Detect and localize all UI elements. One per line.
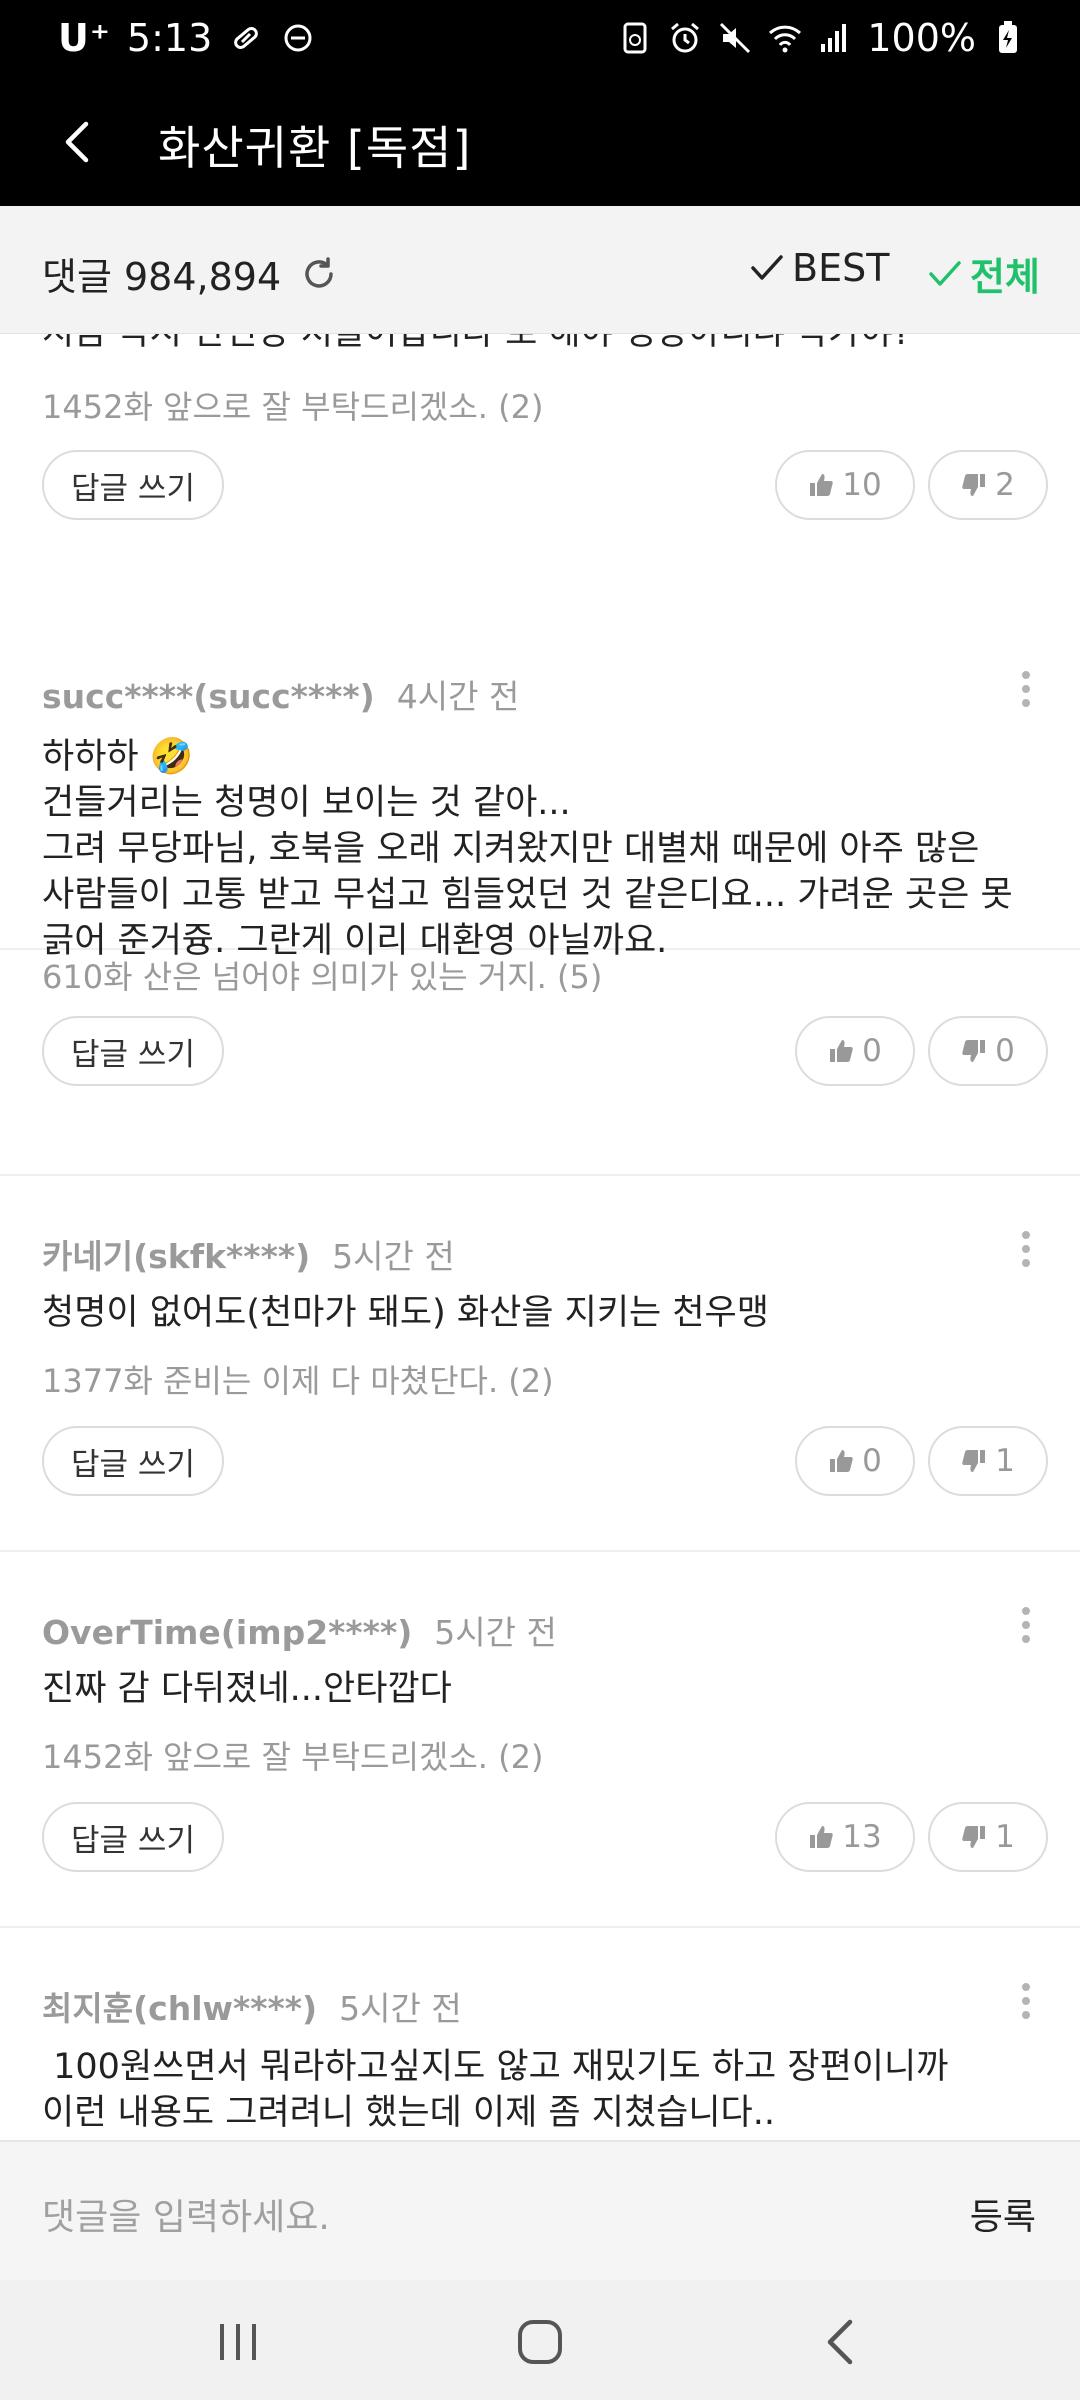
comment-body: 지금 즉시 만인방 처들어갑니다 로 해야 정상아니냐 작가야? bbox=[42, 334, 1042, 356]
comment-episode-ref[interactable]: 1377화 준비는 이제 다 마쳤단다. (2) bbox=[42, 1356, 554, 1402]
comment-body: 하하하 🤣 건들거리는 청명이 보이는 것 같아... 그려 무당파님, 호북을… bbox=[42, 737, 1013, 961]
more-options-icon[interactable] bbox=[1020, 1228, 1032, 1268]
mute-icon bbox=[720, 22, 751, 54]
dislike-button[interactable]: 1 bbox=[928, 1426, 1048, 1496]
comment-episode-ref[interactable]: 610화 산은 넘어야 의미가 있는 거지. (5) bbox=[42, 952, 602, 998]
thumbs-up-icon bbox=[810, 474, 833, 496]
comment-item: 최지훈(chlw****) 5시간 전 100원쓰면서 뭐라하고싶지도 않고 재밌… bbox=[0, 1928, 1080, 2140]
like-button[interactable]: 0 bbox=[795, 1016, 915, 1086]
comment-header: OverTime(imp2****) 5시간 전 bbox=[42, 1606, 557, 1654]
sort-all-label: 전체 bbox=[970, 255, 1040, 299]
dislike-count: 1 bbox=[995, 1443, 1015, 1479]
signal-icon bbox=[821, 24, 847, 52]
comment-item: OverTime(imp2****) 5시간 전 진짜 감 다뒤졌네...안타깝다… bbox=[0, 1552, 1080, 1928]
comment-episode-ref[interactable]: 1452화 앞으로 잘 부탁드리겠소. (2) bbox=[42, 382, 543, 428]
like-count: 13 bbox=[842, 1819, 882, 1855]
alarm-icon bbox=[671, 22, 700, 53]
comment-count-label: 댓글 984,894 bbox=[42, 255, 282, 299]
recent-apps-icon[interactable] bbox=[208, 2314, 268, 2370]
battery-percent: 100% bbox=[867, 16, 976, 60]
like-button[interactable]: 10 bbox=[775, 450, 915, 520]
system-nav-bar bbox=[0, 2280, 1080, 2400]
comment-time: 5시간 전 bbox=[339, 1989, 462, 2028]
status-right: 100% bbox=[617, 16, 1026, 60]
clock: 5:13 bbox=[126, 16, 213, 60]
like-count: 10 bbox=[842, 467, 882, 503]
sort-best-button[interactable]: BEST bbox=[750, 246, 889, 290]
comment-author[interactable]: 카네기(skfk****) bbox=[42, 1237, 310, 1276]
comment-header: succ****(succ****) 4시간 전 bbox=[42, 670, 519, 718]
dislike-count: 0 bbox=[995, 1033, 1015, 1069]
more-options-icon[interactable] bbox=[1020, 668, 1032, 708]
reply-button[interactable]: 답글 쓰기 bbox=[42, 1016, 224, 1086]
thumbs-up-icon bbox=[830, 1040, 853, 1062]
like-count: 0 bbox=[862, 1443, 882, 1479]
reply-button[interactable]: 답글 쓰기 bbox=[42, 1802, 224, 1872]
refresh-icon[interactable] bbox=[299, 254, 339, 294]
comment-item: 카네기(skfk****) 5시간 전 청명이 없어도(천마가 돼도) 화산을 지… bbox=[0, 1176, 1080, 1552]
status-left: U⁺ 5:13 bbox=[58, 16, 316, 60]
comment-time: 5시간 전 bbox=[434, 1613, 557, 1652]
comment-time: 5시간 전 bbox=[332, 1237, 455, 1276]
check-icon bbox=[929, 260, 961, 286]
page-title: 화산귀환 [독점] bbox=[158, 121, 472, 175]
battery-charging-icon bbox=[999, 21, 1017, 53]
dislike-button[interactable]: 0 bbox=[928, 1016, 1048, 1086]
dnd-icon bbox=[284, 24, 312, 52]
back-arrow-icon[interactable] bbox=[48, 112, 108, 172]
comment-input[interactable]: 댓글을 입력하세요. bbox=[42, 2188, 330, 2240]
battery-saver-icon bbox=[623, 22, 647, 54]
dislike-button[interactable]: 2 bbox=[928, 450, 1048, 520]
comment-body: 100원쓰면서 뭐라하고싶지도 않고 재밌기도 하고 장편이니까 이런 내용도 … bbox=[42, 2047, 949, 2133]
like-button[interactable]: 0 bbox=[795, 1426, 915, 1496]
more-options-icon[interactable] bbox=[1020, 1980, 1032, 2020]
comment-time: 4시간 전 bbox=[396, 677, 520, 716]
comment-body: 청명이 없어도(천마가 돼도) 화산을 지키는 천우맹 bbox=[42, 1293, 769, 1333]
thumbs-up-icon bbox=[810, 1826, 833, 1848]
comment-header: 카네기(skfk****) 5시간 전 bbox=[42, 1230, 455, 1278]
comment-author[interactable]: 최지훈(chlw****) bbox=[42, 1989, 317, 2028]
like-count: 0 bbox=[862, 1033, 882, 1069]
comment-input-bar: 댓글을 입력하세요. 등록 bbox=[0, 2140, 1080, 2280]
reply-button[interactable]: 답글 쓰기 bbox=[42, 450, 224, 520]
wifi-icon bbox=[769, 25, 802, 53]
comment-author[interactable]: OverTime(imp2****) bbox=[42, 1613, 412, 1652]
home-icon[interactable] bbox=[510, 2314, 570, 2370]
comment-count: 댓글 984,894 bbox=[42, 246, 339, 301]
like-button[interactable]: 13 bbox=[775, 1802, 915, 1872]
back-nav-icon[interactable] bbox=[812, 2314, 872, 2370]
thumbs-down-icon bbox=[962, 1450, 986, 1472]
check-icon bbox=[751, 255, 783, 280]
comment-item: succ****(succ****) 4시간 전 하하하 🤣 건들거리는 청명이 … bbox=[0, 616, 1080, 1176]
sort-best-label: BEST bbox=[792, 246, 890, 290]
sort-all-button[interactable]: 전체 bbox=[928, 246, 1040, 301]
comment-author[interactable]: succ****(succ****) bbox=[42, 677, 375, 716]
more-options-icon[interactable] bbox=[1020, 1604, 1032, 1644]
dislike-button[interactable]: 1 bbox=[928, 1802, 1048, 1872]
comment-header: 최지훈(chlw****) 5시간 전 bbox=[42, 1982, 462, 2030]
submit-button[interactable]: 등록 bbox=[970, 2188, 1036, 2240]
thumbs-down-icon bbox=[962, 1040, 986, 1062]
comment-list[interactable]: 지금 즉시 만인방 처들어갑니다 로 해야 정상아니냐 작가야? 1452화 앞… bbox=[0, 334, 1080, 2140]
carrier-label: U⁺ bbox=[58, 16, 111, 60]
thumbs-down-icon bbox=[962, 474, 986, 496]
pill-icon bbox=[234, 27, 259, 49]
status-bar: U⁺ 5:13 100% bbox=[0, 0, 1080, 78]
thumbs-down-icon bbox=[962, 1826, 986, 1848]
dislike-count: 2 bbox=[995, 467, 1015, 503]
comment-body: 진짜 감 다뒤졌네...안타깝다 bbox=[42, 1669, 452, 1709]
comment-count-bar: 댓글 984,894 BEST 전체 bbox=[0, 206, 1080, 334]
dislike-count: 1 bbox=[995, 1819, 1015, 1855]
reply-button[interactable]: 답글 쓰기 bbox=[42, 1426, 224, 1496]
app-header: 화산귀환 [독점] bbox=[0, 78, 1080, 206]
thumbs-up-icon bbox=[830, 1450, 853, 1472]
comment-episode-ref[interactable]: 1452화 앞으로 잘 부탁드리겠소. (2) bbox=[42, 1732, 543, 1778]
